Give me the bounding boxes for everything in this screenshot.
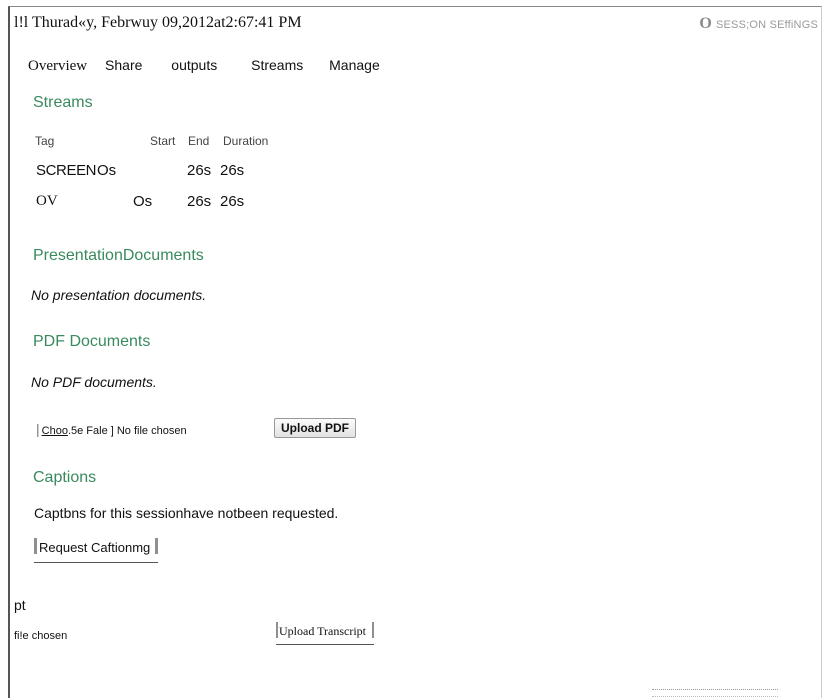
settings-icon: O — [699, 15, 712, 32]
file-input-left-edge: | — [36, 421, 40, 437]
nav-manage[interactable]: Manage — [329, 57, 380, 73]
nav-outputs[interactable]: outputs — [171, 57, 217, 73]
nav-share[interactable]: Share — [105, 57, 142, 73]
button-right-edge — [372, 622, 374, 638]
upload-transcript-button[interactable]: Upload Transcript — [276, 622, 374, 645]
cell-tag: SCREEN — [36, 162, 97, 179]
timestamp-text: Thurad«y, Febrwuy 09,2012at2:67:41 PM — [31, 14, 302, 31]
session-timestamp: l!l Thurad«y, Febrwuy 09,2012at2:67:41 P… — [14, 14, 302, 32]
request-captioning-button[interactable]: Request Caftionmg — [34, 538, 159, 563]
session-settings-link[interactable]: O SESS;ON SEffiNGS — [699, 15, 818, 33]
col-start: Start — [150, 134, 176, 148]
captions-heading: Captions — [33, 469, 97, 486]
col-tag: Tag — [35, 134, 55, 148]
pdf-file-input[interactable]: | Choo.5e Fale ] No file chosen — [36, 421, 187, 437]
cell-duration: 26s — [220, 162, 245, 179]
cell-duration: 26s — [220, 193, 245, 210]
captions-status-text: Captbns for this sessionhave notbeen req… — [34, 505, 339, 521]
cell-tag: OV — [36, 193, 58, 209]
pdf-empty-text: No PDF documents. — [31, 374, 157, 390]
transcript-label: pt — [14, 597, 26, 613]
transcript-file-status[interactable]: fi!e chosen — [14, 630, 67, 642]
presentation-empty-text: No presentation documents. — [31, 287, 207, 303]
col-end: End — [188, 134, 210, 148]
nav-overview[interactable]: Overview — [28, 58, 87, 75]
cell-start: Os — [133, 193, 153, 210]
timestamp-prefix: l!l — [14, 14, 29, 31]
button-left-edge — [34, 538, 37, 554]
table-row: OV Os 26s 26s — [35, 193, 335, 213]
upload-transcript-label: Upload Transcript — [279, 624, 366, 638]
header-bar: l!l Thurad«y, Febrwuy 09,2012at2:67:41 P… — [14, 14, 820, 40]
upload-pdf-button[interactable]: Upload PDF — [274, 418, 356, 438]
choose-file-button[interactable]: Choo — [42, 425, 68, 437]
pdf-heading: PDF Documents — [33, 333, 151, 350]
col-duration: Duration — [223, 134, 269, 148]
main-nav: Overview Share outputs Streams Manage — [28, 57, 380, 77]
cell-start: Os — [97, 162, 117, 179]
session-settings-label: SESS;ON SEffiNGS — [715, 19, 818, 31]
button-right-edge — [155, 538, 159, 554]
cell-end: 26s — [187, 193, 212, 210]
streams-heading: Streams — [33, 94, 93, 111]
table-row: SCREEN Os 26s 26s — [35, 162, 335, 182]
request-captioning-label: Request Caftionmg — [39, 540, 151, 555]
file-input-status: 5e Fale ] No file chosen — [71, 425, 187, 437]
button-left-edge — [276, 622, 278, 638]
cell-end: 26s — [187, 162, 212, 179]
footer-placeholder — [652, 689, 778, 697]
page-frame — [8, 6, 822, 698]
presentation-heading: PresentationDocuments — [33, 247, 204, 264]
nav-streams[interactable]: Streams — [251, 57, 303, 73]
